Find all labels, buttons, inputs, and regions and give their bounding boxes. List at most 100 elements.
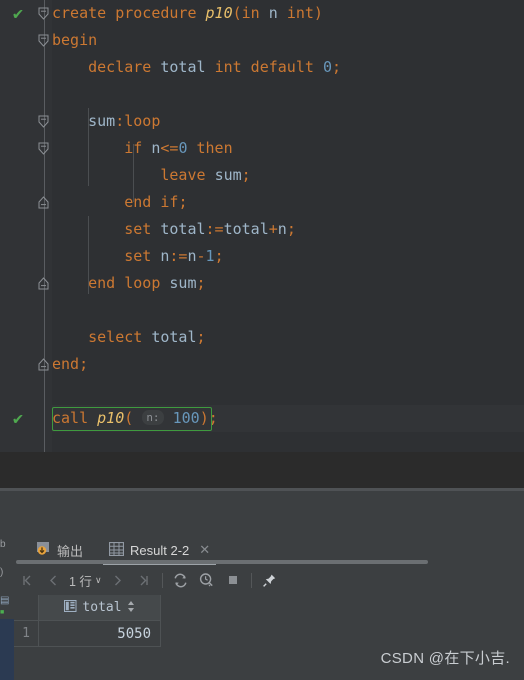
code-line[interactable]: select total; [52,324,524,351]
row-count-selector[interactable]: 1 行 ∨ [66,571,105,590]
code-line[interactable]: set n:=n-1; [52,243,524,270]
indent-guide [88,108,89,186]
code-line[interactable]: end; [52,351,524,378]
code-token: n [277,220,287,238]
sort-arrows-icon[interactable] [127,600,135,616]
panel-side-strip[interactable]: b ) ▤ ■ [0,491,14,680]
row-count-label: 1 行 [69,574,92,589]
code-line[interactable]: if n<=0 then [52,135,524,162]
fold-collapse-icon[interactable] [37,34,51,48]
code-token: end loop [88,274,170,292]
grid-column-header-total[interactable]: total [39,595,161,621]
code-token: ( [232,4,242,22]
results-panel: b ) ▤ ■ 输出 Result 2-2 ✕ 1 行 ∨ total 1 50… [0,491,524,680]
code-token: create procedure [52,4,206,22]
fold-collapse-icon[interactable] [37,115,51,129]
code-token: ) [313,4,323,22]
code-token: := [205,220,224,238]
fold-end-icon[interactable] [37,196,51,210]
first-page-icon[interactable] [14,567,40,593]
code-token: n [268,4,278,22]
next-page-icon[interactable] [105,567,131,593]
watermark: CSDN @在下小吉. [380,650,510,667]
fold-collapse-icon[interactable] [37,142,51,156]
pin-icon[interactable] [257,567,283,593]
code-line[interactable]: create procedure p10(in n int) [52,0,524,27]
grid-cell-total[interactable]: 5050 [39,621,161,647]
code-line[interactable]: begin [52,27,524,54]
code-line[interactable]: leave sum; [52,162,524,189]
column-header-label: total [82,600,122,615]
chevron-down-icon: ∨ [94,574,102,585]
code-token: : [115,112,125,130]
tab-label: Result 2-2 [130,542,190,558]
code-token: sum [214,166,242,184]
code-line[interactable]: set total:=total+n; [52,216,524,243]
close-icon[interactable]: ✕ [199,542,210,558]
code-token: ; [286,220,296,238]
side-glyph-circle: ) [0,567,4,578]
code-token: int default [214,58,314,76]
executed-statement-box [52,407,212,431]
indent-guide [133,144,134,202]
code-token: sum [88,112,116,130]
code-token: end [52,355,80,373]
code-token: set [124,247,161,265]
table-grid-icon [108,541,125,559]
prev-page-icon[interactable] [40,567,66,593]
code-token: int [286,4,314,22]
code-line[interactable] [52,81,524,108]
toolbar-separator-1 [161,572,163,588]
indent-guide [88,216,89,294]
run-statement-icon[interactable]: ✔ [8,409,28,429]
code-token: leave [160,166,215,184]
output-icon [36,541,51,559]
results-toolbar[interactable]: 1 行 ∨ [14,565,524,595]
row-number: 1 [14,621,39,647]
code-line[interactable] [52,378,524,405]
code-token: := [169,247,188,265]
side-glyph-green-dot: ■ [0,609,5,616]
tab-label: 输出 [57,543,84,559]
code-line[interactable] [52,297,524,324]
code-token: sum [169,274,197,292]
code-token: then [196,139,233,157]
code-token: ; [79,355,89,373]
horizontal-scrollbar[interactable] [16,560,428,564]
code-token: <= [160,139,179,157]
side-glyph-b: b [0,539,6,550]
table-row[interactable]: 1 5050 [14,621,524,647]
code-line[interactable]: sum:loop [52,108,524,135]
fold-end-icon[interactable] [37,358,51,372]
code-token: declare [88,58,161,76]
code-content[interactable]: create procedure p10(in n int) begin decl… [52,0,524,488]
code-token: select [88,328,152,346]
sql-editor[interactable]: create procedure p10(in n int) begin decl… [0,0,524,488]
side-strip-notch [0,491,14,535]
grid-corner-cell[interactable] [14,595,39,621]
code-token: ; [241,166,251,184]
code-line[interactable]: declare total int default 0; [52,54,524,81]
fold-collapse-icon[interactable] [37,7,51,21]
code-line[interactable]: end if; [52,189,524,216]
code-token: p10 [205,4,233,22]
refresh-icon[interactable] [168,567,194,593]
last-page-icon[interactable] [131,567,157,593]
side-selection-block [0,619,14,680]
code-token: loop [124,112,161,130]
code-token: set [124,220,161,238]
query-history-icon[interactable] [194,567,220,593]
code-line[interactable]: end loop sum; [52,270,524,297]
code-token: ; [196,328,206,346]
code-token: ; [331,58,341,76]
fold-end-icon[interactable] [37,277,51,291]
run-statement-icon[interactable]: ✔ [8,4,28,24]
side-glyph-table-icon: ▤ [0,595,10,606]
stop-icon[interactable] [220,567,246,593]
ide-window: create procedure p10(in n int) begin decl… [0,0,524,680]
